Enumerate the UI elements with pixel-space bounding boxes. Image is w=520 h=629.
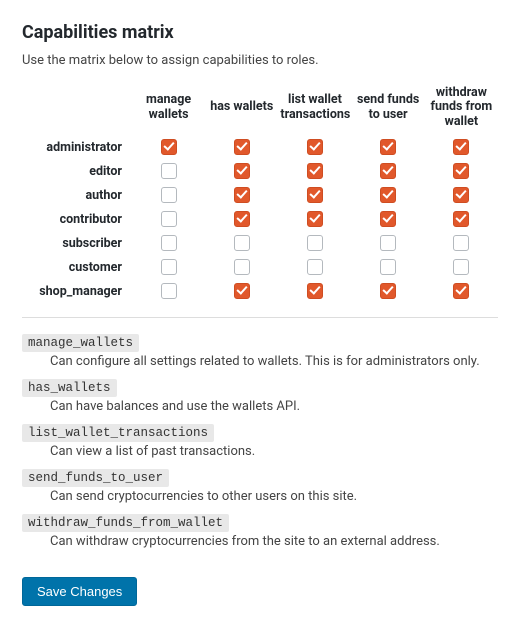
legend-term-send_funds_to_user: send_funds_to_user (22, 469, 169, 487)
role-row-subscriber: subscriber (22, 231, 498, 255)
role-label-editor: editor (22, 159, 132, 183)
checkbox-contributor-list_wallet_transactions[interactable] (307, 211, 323, 227)
checkbox-administrator-list_wallet_transactions[interactable] (307, 139, 323, 155)
role-label-contributor: contributor (22, 207, 132, 231)
checkbox-contributor-manage_wallets[interactable] (161, 211, 177, 227)
checkbox-customer-list_wallet_transactions[interactable] (307, 259, 323, 275)
checkbox-author-list_wallet_transactions[interactable] (307, 187, 323, 203)
role-label-administrator: administrator (22, 135, 132, 159)
legend-desc-list_wallet_transactions: Can view a list of past transactions. (50, 444, 498, 459)
role-row-shop_manager: shop_manager (22, 279, 498, 303)
legend-desc-manage_wallets: Can configure all settings related to wa… (50, 354, 498, 369)
legend-desc-send_funds_to_user: Can send cryptocurrencies to other users… (50, 489, 498, 504)
divider (22, 317, 498, 318)
page-description: Use the matrix below to assign capabilit… (22, 53, 498, 68)
legend-desc-has_wallets: Can have balances and use the wallets AP… (50, 399, 498, 414)
checkbox-shop_manager-send_funds_to_user[interactable] (380, 283, 396, 299)
role-label-shop_manager: shop_manager (22, 279, 132, 303)
checkbox-contributor-send_funds_to_user[interactable] (380, 211, 396, 227)
role-row-administrator: administrator (22, 135, 498, 159)
checkbox-subscriber-list_wallet_transactions[interactable] (307, 235, 323, 251)
checkbox-administrator-has_wallets[interactable] (234, 139, 250, 155)
checkbox-editor-list_wallet_transactions[interactable] (307, 163, 323, 179)
capabilities-legend: manage_wallets Can configure all settings… (22, 334, 498, 549)
capabilities-matrix: manage walletshas walletslist wallet tra… (22, 82, 498, 303)
checkbox-subscriber-manage_wallets[interactable] (161, 235, 177, 251)
column-header-list_wallet_transactions: list wallet transactions (278, 82, 351, 135)
checkbox-shop_manager-list_wallet_transactions[interactable] (307, 283, 323, 299)
checkbox-customer-withdraw_funds_from_wallet[interactable] (453, 259, 469, 275)
role-label-subscriber: subscriber (22, 231, 132, 255)
column-header-send_funds_to_user: send funds to user (352, 82, 425, 135)
role-label-author: author (22, 183, 132, 207)
checkbox-author-manage_wallets[interactable] (161, 187, 177, 203)
legend-term-manage_wallets: manage_wallets (22, 334, 139, 352)
checkbox-shop_manager-has_wallets[interactable] (234, 283, 250, 299)
checkbox-shop_manager-manage_wallets[interactable] (161, 283, 177, 299)
checkbox-author-has_wallets[interactable] (234, 187, 250, 203)
checkbox-editor-withdraw_funds_from_wallet[interactable] (453, 163, 469, 179)
checkbox-administrator-withdraw_funds_from_wallet[interactable] (453, 139, 469, 155)
column-header-manage_wallets: manage wallets (132, 82, 205, 135)
checkbox-administrator-send_funds_to_user[interactable] (380, 139, 396, 155)
checkbox-customer-has_wallets[interactable] (234, 259, 250, 275)
role-row-author: author (22, 183, 498, 207)
checkbox-editor-has_wallets[interactable] (234, 163, 250, 179)
legend-desc-withdraw_funds_from_wallet: Can withdraw cryptocurrencies from the s… (50, 534, 498, 549)
checkbox-editor-manage_wallets[interactable] (161, 163, 177, 179)
column-header-withdraw_funds_from_wallet: withdraw funds from wallet (425, 82, 498, 135)
legend-term-list_wallet_transactions: list_wallet_transactions (22, 424, 214, 442)
checkbox-subscriber-withdraw_funds_from_wallet[interactable] (453, 235, 469, 251)
role-label-customer: customer (22, 255, 132, 279)
checkbox-contributor-withdraw_funds_from_wallet[interactable] (453, 211, 469, 227)
checkbox-editor-send_funds_to_user[interactable] (380, 163, 396, 179)
save-changes-button[interactable]: Save Changes (22, 577, 137, 606)
legend-term-has_wallets: has_wallets (22, 379, 117, 397)
checkbox-contributor-has_wallets[interactable] (234, 211, 250, 227)
checkbox-administrator-manage_wallets[interactable] (161, 139, 177, 155)
role-row-editor: editor (22, 159, 498, 183)
column-header-has_wallets: has wallets (205, 82, 278, 135)
checkbox-customer-send_funds_to_user[interactable] (380, 259, 396, 275)
checkbox-shop_manager-withdraw_funds_from_wallet[interactable] (453, 283, 469, 299)
page-title: Capabilities matrix (22, 22, 498, 43)
checkbox-customer-manage_wallets[interactable] (161, 259, 177, 275)
legend-term-withdraw_funds_from_wallet: withdraw_funds_from_wallet (22, 514, 229, 532)
checkbox-subscriber-has_wallets[interactable] (234, 235, 250, 251)
checkbox-subscriber-send_funds_to_user[interactable] (380, 235, 396, 251)
role-row-contributor: contributor (22, 207, 498, 231)
role-row-customer: customer (22, 255, 498, 279)
checkbox-author-send_funds_to_user[interactable] (380, 187, 396, 203)
checkbox-author-withdraw_funds_from_wallet[interactable] (453, 187, 469, 203)
